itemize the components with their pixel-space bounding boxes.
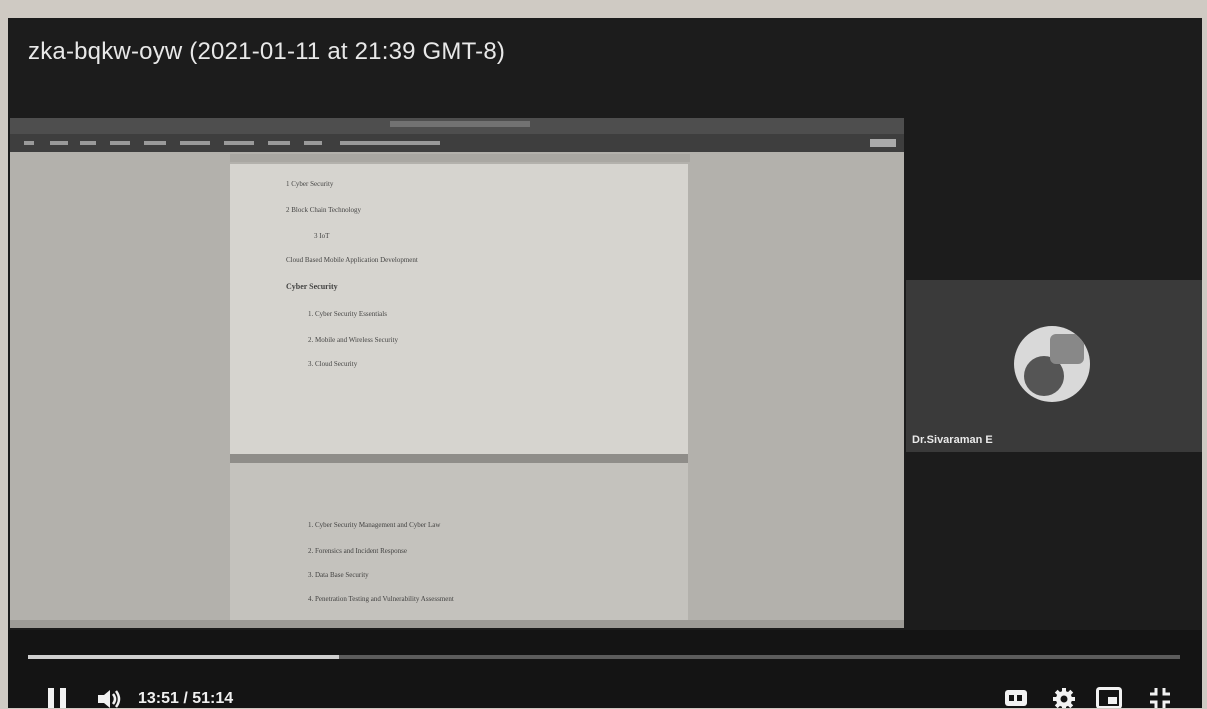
ribbon-tab (80, 141, 96, 145)
word-ribbon (10, 134, 904, 152)
captions-icon[interactable] (1004, 688, 1028, 708)
avatar-shape (1050, 334, 1084, 364)
document-page: 1 Cyber Security 2 Block Chain Technolog… (230, 164, 688, 454)
ribbon-tab (224, 141, 254, 145)
document-line: Cloud Based Mobile Application Developme… (286, 256, 418, 264)
document-line: 2. Mobile and Wireless Security (308, 336, 398, 344)
progress-fill (28, 655, 340, 659)
document-line: 3 IoT (314, 232, 330, 240)
ribbon-tab (304, 141, 322, 145)
document-line: 1. Cyber Security Essentials (308, 310, 387, 318)
ribbon-tab (180, 141, 210, 145)
word-titlebar (10, 118, 904, 134)
participant-name: Dr.Sivaraman E (912, 434, 993, 446)
shared-screen: 1 Cyber Security 2 Block Chain Technolog… (10, 118, 904, 628)
ribbon-tab (24, 141, 34, 145)
ribbon-tab (268, 141, 290, 145)
document-line: 3. Data Base Security (308, 571, 369, 579)
document-name (390, 121, 530, 127)
time-display: 13:51 / 51:14 (138, 690, 234, 707)
document-line: 4. Penetration Testing and Vulnerability… (308, 595, 454, 603)
document-line: 2. Forensics and Incident Response (308, 547, 407, 555)
progress-bar[interactable] (28, 655, 1180, 659)
player-controls: 13:51 / 51:14 (8, 630, 1202, 708)
video-title: zka-bqkw-oyw (2021-01-11 at 21:39 GMT-8) (28, 38, 506, 65)
participant-tile: Dr.Sivaraman E (906, 280, 1202, 452)
ribbon-tab (110, 141, 130, 145)
settings-icon[interactable] (1052, 687, 1076, 708)
ruler (230, 154, 690, 162)
ribbon-tab (144, 141, 166, 145)
document-line: 2 Block Chain Technology (286, 206, 362, 214)
fullscreen-exit-icon[interactable] (1148, 686, 1172, 708)
document-heading: Cyber Security (286, 282, 338, 291)
page-break (230, 454, 688, 463)
document-page: 1. Cyber Security Management and Cyber L… (230, 463, 688, 628)
word-statusbar (10, 620, 904, 628)
ribbon-tab (50, 141, 68, 145)
miniplayer-icon[interactable] (1096, 687, 1122, 708)
avatar (1014, 326, 1090, 402)
video-player[interactable]: zka-bqkw-oyw (2021-01-11 at 21:39 GMT-8)… (8, 18, 1202, 708)
document-line: 1 Cyber Security (286, 180, 334, 188)
document-line: 1. Cyber Security Management and Cyber L… (308, 521, 441, 529)
share-button (870, 139, 896, 147)
document-line: 3. Cloud Security (308, 360, 358, 368)
ribbon-tab (340, 141, 440, 145)
pause-icon[interactable] (44, 686, 70, 708)
volume-icon[interactable] (96, 686, 124, 708)
